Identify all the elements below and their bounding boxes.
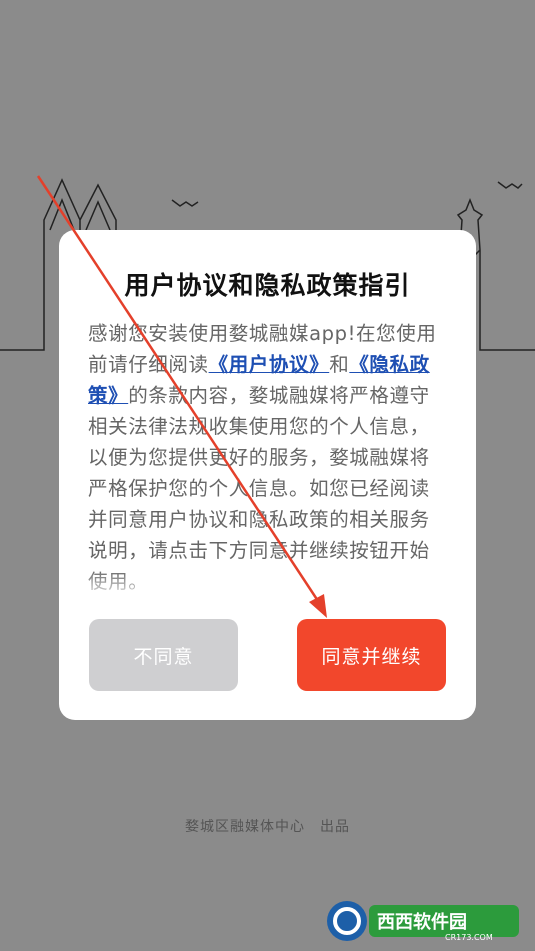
body-text-3: 的条款内容，婺城融媒将严格遵守相关法律法规收集使用您的个人信息，以便为您提供更好… <box>88 384 430 593</box>
site-watermark-logo: 西西软件园 CR173.COM <box>327 901 519 942</box>
disagree-button[interactable]: 不同意 <box>89 619 238 691</box>
watermark-sub: CR173.COM <box>445 933 493 942</box>
dialog-body: 感谢您安装使用婺城融媒app!在您使用前请仔细阅读《用户协议》和《隐私政策》的条… <box>88 318 448 602</box>
footer-credit: 婺城区融媒体中心 出品 <box>185 819 350 835</box>
user-agreement-link[interactable]: 《用户协议》 <box>209 353 330 376</box>
dialog-title: 用户协议和隐私政策指引 <box>124 271 411 300</box>
privacy-dialog: 用户协议和隐私政策指引 感谢您安装使用婺城融媒app!在您使用前请仔细阅读《用户… <box>59 230 476 720</box>
body-text-2: 和 <box>329 353 350 376</box>
watermark-text: 西西软件园 <box>377 911 467 933</box>
splash-screen: 婺城区融媒体中心 出品 西西软件园 CR173.COM 用户协议和隐私政策指引 … <box>0 0 535 951</box>
body-fade-overlay <box>88 570 448 602</box>
agree-continue-button[interactable]: 同意并继续 <box>297 619 446 691</box>
